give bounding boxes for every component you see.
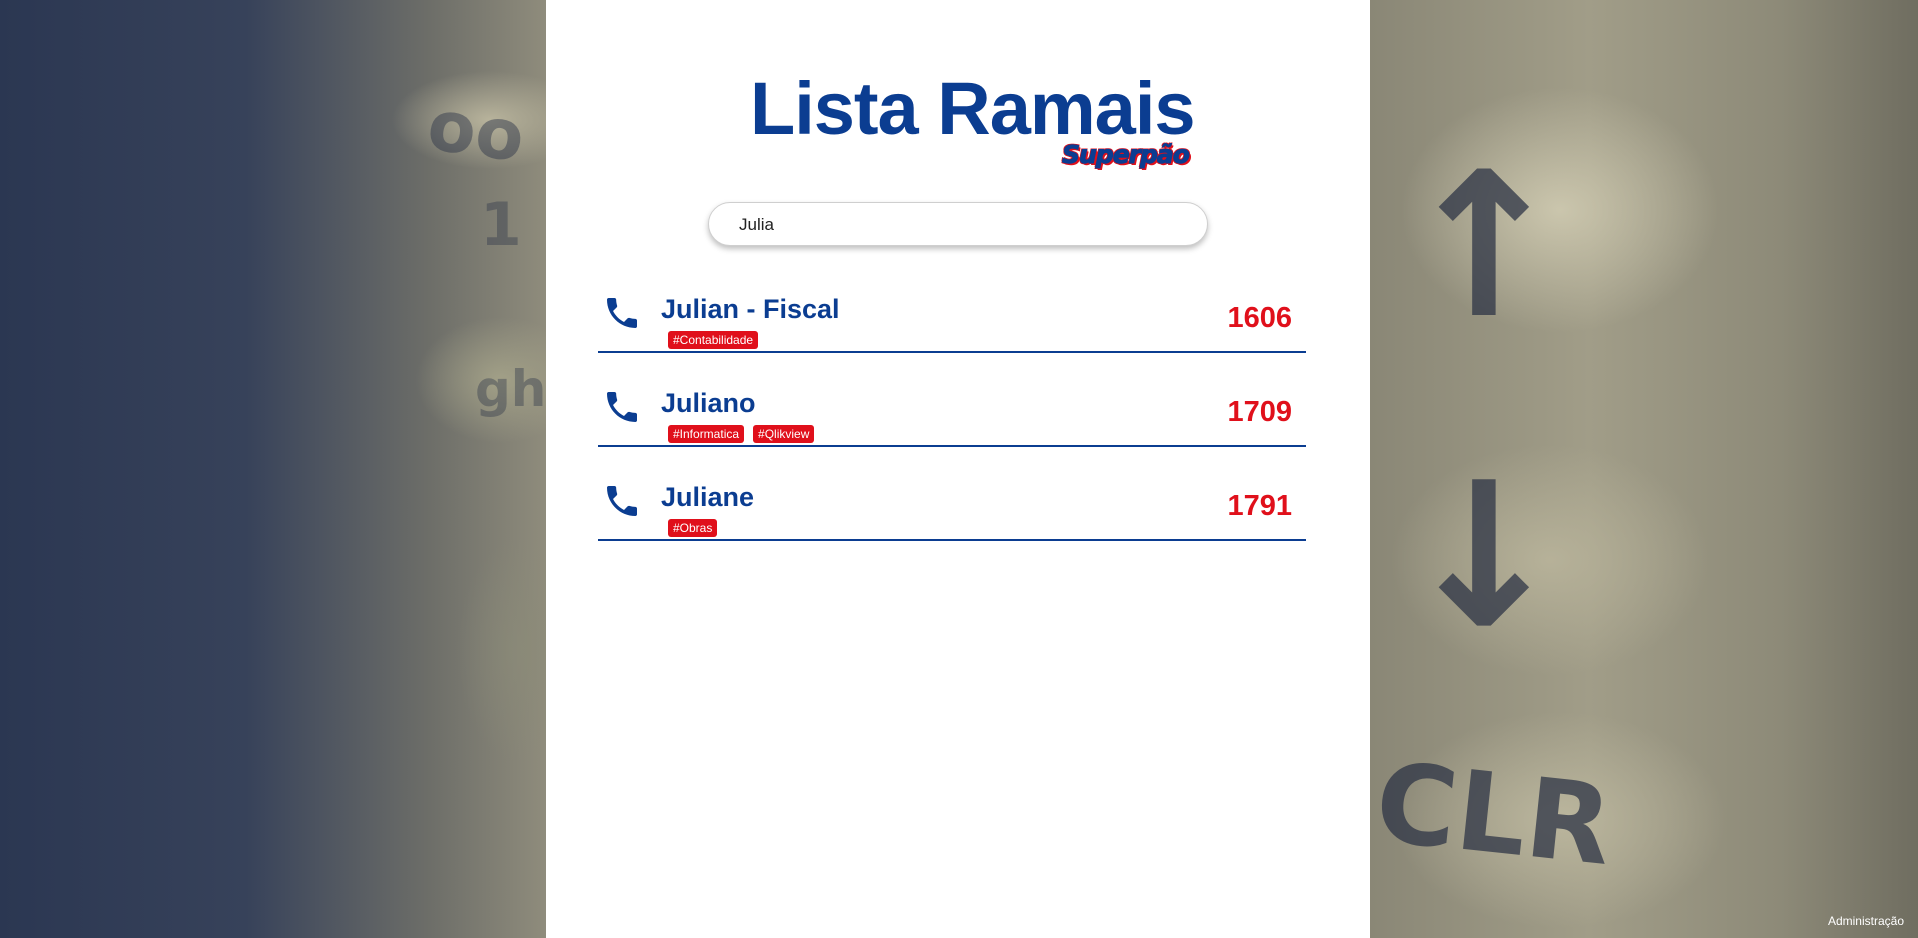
divider (598, 539, 1306, 541)
main-panel: Lista Ramais Superpão Julian - Fiscal #C… (546, 0, 1370, 938)
tag-list: #Obras (668, 519, 718, 537)
brand-logo: Superpão (1062, 140, 1191, 170)
background-key-glyph: 1 (480, 190, 522, 260)
contact-name: Juliane (661, 482, 755, 512)
department-tag[interactable]: #Qlikview (753, 425, 815, 443)
list-item[interactable]: Juliano #Informatica #Qlikview 1709 (598, 377, 1306, 471)
extension-number: 1709 (1227, 396, 1292, 428)
background-right: ↑ ↓ CLR (1370, 0, 1918, 938)
divider (598, 445, 1306, 447)
list-item[interactable]: Julian - Fiscal #Contabilidade 1606 (598, 283, 1306, 377)
phone-icon (607, 298, 637, 328)
extension-number: 1606 (1227, 302, 1292, 334)
department-tag[interactable]: #Informatica (668, 425, 745, 443)
extension-number: 1791 (1227, 490, 1292, 522)
background-key-glyph: CLR (1369, 738, 1618, 890)
search-input[interactable] (739, 212, 1179, 238)
department-tag[interactable]: #Obras (668, 519, 718, 537)
list-item[interactable]: Juliane #Obras 1791 (598, 471, 1306, 565)
logo: Lista Ramais Superpão (750, 66, 1196, 176)
contact-name: Julian - Fiscal (661, 294, 840, 324)
results-list: Julian - Fiscal #Contabilidade 1606 Juli… (598, 283, 1306, 565)
background-left: oo 1 gh (0, 0, 546, 938)
background-key-glyph: oo (422, 83, 530, 179)
background-key-glyph: ↓ (1400, 440, 1568, 673)
tag-list: #Contabilidade (668, 331, 759, 349)
tag-list: #Informatica #Qlikview (668, 425, 815, 443)
admin-link[interactable]: Administração (1828, 914, 1904, 928)
background-key-glyph: ↑ (1400, 130, 1568, 363)
divider (598, 351, 1306, 353)
contact-name: Juliano (661, 388, 756, 418)
phone-icon (607, 486, 637, 516)
background-key-glyph: gh (475, 360, 547, 418)
page-title: Lista Ramais (750, 67, 1196, 150)
department-tag[interactable]: #Contabilidade (668, 331, 759, 349)
search-box[interactable] (708, 202, 1208, 246)
phone-icon (607, 392, 637, 422)
